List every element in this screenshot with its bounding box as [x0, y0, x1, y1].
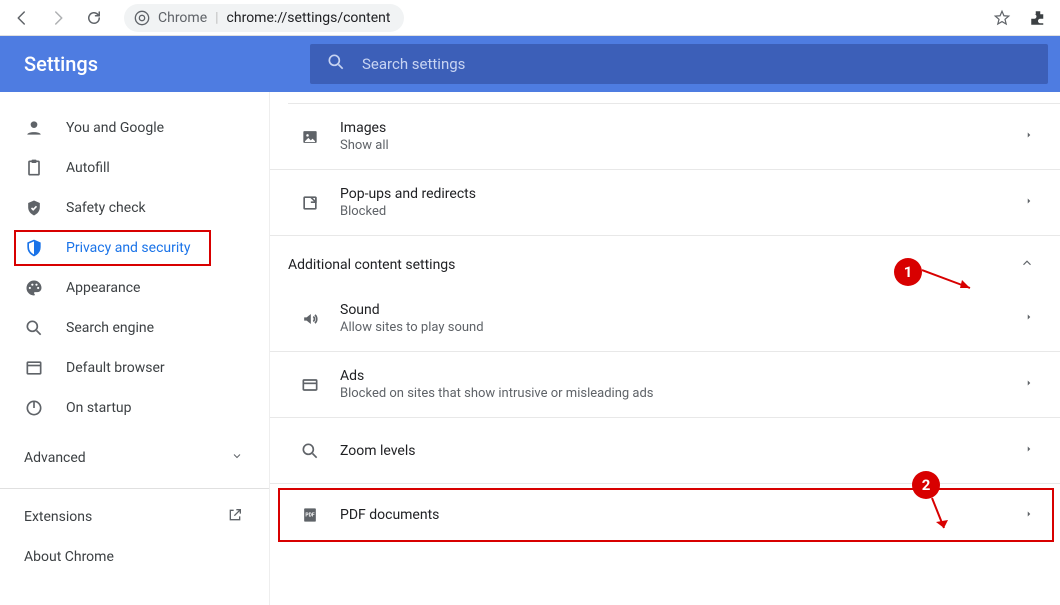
pdf-icon: PDF: [288, 505, 332, 525]
section-header-label: Additional content settings: [288, 257, 455, 273]
sidebar-extensions-link[interactable]: Extensions: [0, 497, 269, 537]
shield-icon: [24, 238, 44, 258]
chevron-right-icon: [1024, 309, 1034, 328]
row-title: Pop-ups and redirects: [340, 186, 1024, 202]
sidebar-item-label: Search engine: [66, 320, 154, 336]
sidebar-item-safety-check[interactable]: Safety check: [0, 188, 269, 228]
popup-icon: [288, 193, 332, 213]
row-subtitle: Blocked on sites that show intrusive or …: [340, 386, 1024, 401]
sidebar-item-label: Autofill: [66, 160, 110, 176]
browser-window-icon: [24, 358, 44, 378]
sidebar-divider: [0, 488, 269, 489]
search-icon: [24, 318, 44, 338]
row-subtitle: Blocked: [340, 204, 1024, 219]
search-settings-input[interactable]: [362, 55, 1032, 73]
row-title: Ads: [340, 368, 1024, 384]
image-icon: [288, 127, 332, 147]
sound-icon: [288, 309, 332, 329]
zoom-icon: [288, 441, 332, 461]
annotation-badge-1: 1: [894, 258, 922, 286]
row-subtitle: Show all: [340, 138, 1024, 153]
row-title: Zoom levels: [340, 443, 1024, 459]
sidebar-about-link[interactable]: About Chrome: [0, 537, 269, 577]
search-icon: [326, 52, 346, 76]
settings-header: Settings: [0, 36, 1060, 92]
row-title: PDF documents: [340, 507, 1024, 523]
omnibox-divider: |: [215, 10, 218, 26]
omnibox-app-label: Chrome: [158, 10, 207, 26]
sidebar-item-label: Default browser: [66, 360, 165, 376]
back-button[interactable]: [8, 4, 36, 32]
section-header-additional[interactable]: Additional content settings: [270, 236, 1060, 286]
settings-sidebar: You and Google Autofill Safety check Pri…: [0, 92, 270, 605]
chevron-right-icon: [1024, 127, 1034, 146]
partial-cut-row: [288, 92, 1060, 104]
svg-text:PDF: PDF: [305, 513, 314, 519]
annotation-badge-2: 2: [912, 471, 940, 499]
sidebar-item-you-and-google[interactable]: You and Google: [0, 108, 269, 148]
sidebar-extensions-label: Extensions: [24, 509, 92, 525]
chevron-right-icon: [1024, 375, 1034, 394]
row-subtitle: Allow sites to play sound: [340, 320, 1024, 335]
forward-button[interactable]: [44, 4, 72, 32]
power-icon: [24, 398, 44, 418]
omnibox[interactable]: Chrome | chrome://settings/content: [124, 4, 404, 32]
sidebar-item-label: On startup: [66, 400, 132, 416]
content-panel: Images Show all Pop-ups and redirects Bl…: [270, 92, 1060, 605]
chevron-right-icon: [1024, 441, 1034, 460]
chevron-up-icon: [1020, 256, 1034, 274]
clipboard-icon: [24, 158, 44, 178]
setting-row-sound[interactable]: Sound Allow sites to play sound: [270, 286, 1060, 352]
reload-button[interactable]: [80, 4, 108, 32]
setting-row-popups[interactable]: Pop-ups and redirects Blocked: [270, 170, 1060, 236]
sidebar-item-on-startup[interactable]: On startup: [0, 388, 269, 428]
ads-icon: [288, 375, 332, 395]
sidebar-item-autofill[interactable]: Autofill: [0, 148, 269, 188]
sidebar-item-label: Appearance: [66, 280, 140, 296]
omnibox-url: chrome://settings/content: [227, 10, 391, 26]
palette-icon: [24, 278, 44, 298]
settings-title: Settings: [0, 52, 310, 76]
setting-row-images[interactable]: Images Show all: [270, 104, 1060, 170]
sidebar-advanced-label: Advanced: [24, 450, 86, 466]
sidebar-item-default-browser[interactable]: Default browser: [0, 348, 269, 388]
setting-row-zoom[interactable]: Zoom levels: [270, 418, 1060, 484]
chevron-right-icon: [1024, 506, 1034, 525]
annotation-number: 2: [922, 476, 931, 494]
bookmark-star-icon[interactable]: [988, 4, 1016, 32]
extensions-icon[interactable]: [1024, 4, 1052, 32]
person-icon: [24, 118, 44, 138]
row-title: Sound: [340, 302, 1024, 318]
annotation-number: 1: [904, 263, 913, 281]
chevron-right-icon: [1024, 193, 1034, 212]
shield-check-icon: [24, 198, 44, 218]
setting-row-ads[interactable]: Ads Blocked on sites that show intrusive…: [270, 352, 1060, 418]
open-external-icon: [227, 507, 243, 527]
sidebar-item-label: Privacy and security: [66, 240, 190, 256]
sidebar-about-label: About Chrome: [24, 549, 114, 565]
sidebar-item-search-engine[interactable]: Search engine: [0, 308, 269, 348]
chrome-logo-icon: [134, 10, 150, 26]
row-title: Images: [340, 120, 1024, 136]
sidebar-item-appearance[interactable]: Appearance: [0, 268, 269, 308]
chevron-down-icon: [231, 450, 243, 466]
sidebar-item-label: You and Google: [66, 120, 164, 136]
sidebar-item-privacy-and-security[interactable]: Privacy and security: [0, 228, 269, 268]
search-settings-box[interactable]: [310, 44, 1048, 84]
sidebar-item-label: Safety check: [66, 200, 146, 216]
setting-row-pdf[interactable]: PDF PDF documents: [270, 484, 1060, 546]
sidebar-advanced-toggle[interactable]: Advanced: [0, 436, 269, 480]
browser-toolbar: Chrome | chrome://settings/content: [0, 0, 1060, 36]
